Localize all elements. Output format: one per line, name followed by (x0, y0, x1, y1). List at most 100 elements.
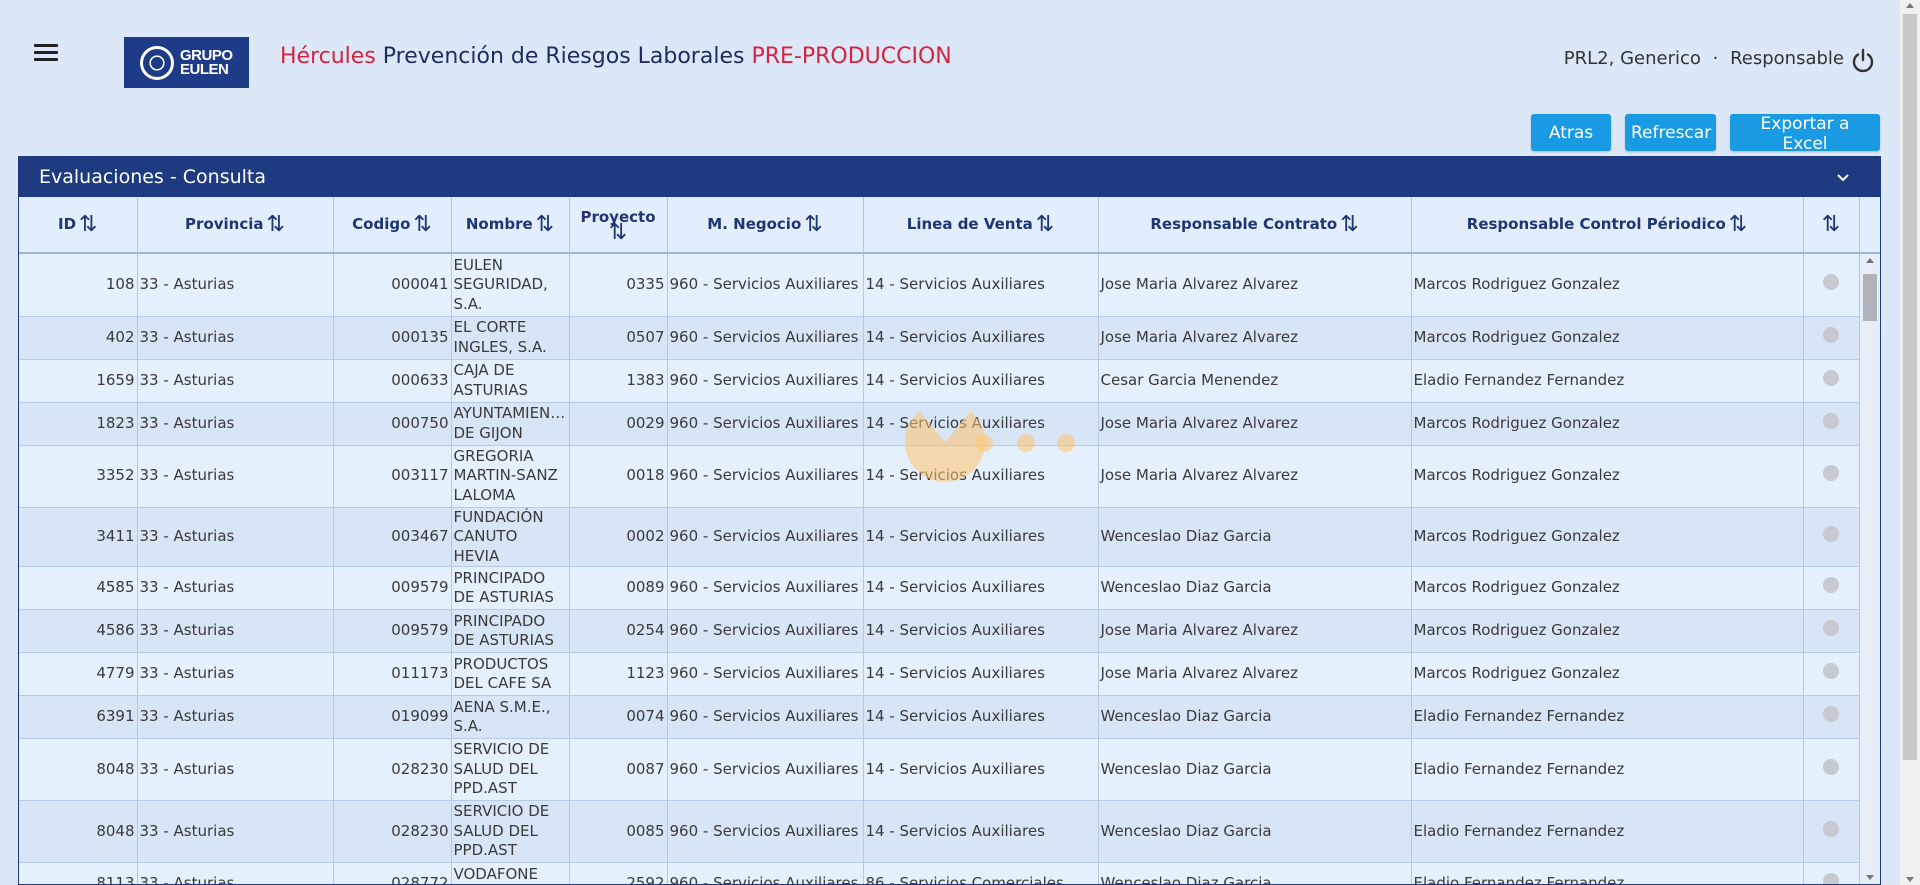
cell-id: 4779 (19, 652, 138, 696)
cell-status[interactable] (1803, 445, 1860, 508)
cell-resp-control: Marcos Rodriguez Gonzalez (1411, 566, 1804, 610)
sort-arrows-icon[interactable]: ⇅ (804, 212, 822, 237)
cell-resp-contrato: Jose Maria Alvarez Alvarez (1098, 609, 1412, 653)
sort-arrows-icon[interactable]: ⇅ (572, 221, 665, 243)
status-dot-icon[interactable] (1823, 526, 1839, 542)
power-icon[interactable] (1850, 48, 1876, 74)
status-dot-icon[interactable] (1823, 274, 1839, 290)
col-header-status[interactable]: ⇅ (1803, 197, 1860, 252)
table-row[interactable]: 6391 33 - Asturias 019099 AENA S.M.E., S.A.… (19, 695, 1860, 739)
scroll-thumb[interactable] (1863, 274, 1877, 321)
cell-status[interactable] (1803, 359, 1860, 403)
col-header-proyecto[interactable]: Proyecto ⇅ (569, 197, 668, 252)
cell-status[interactable] (1803, 566, 1860, 610)
cell-provincia: 33 - Asturias (137, 254, 334, 317)
col-header-codigo[interactable]: Codigo ⇅ (333, 197, 452, 252)
status-dot-icon[interactable] (1823, 706, 1839, 723)
sort-arrows-icon[interactable]: ⇅ (413, 212, 431, 237)
col-header-linea-venta[interactable]: Linea de Venta ⇅ (863, 197, 1099, 252)
cell-status[interactable] (1803, 800, 1860, 863)
table-row[interactable]: 108 33 - Asturias 000041 EULEN SEGURIDAD, S… (19, 254, 1860, 317)
table-row[interactable]: 8048 33 - Asturias 028230 SERVICIO DE SALUD… (19, 738, 1860, 801)
cell-status[interactable] (1803, 652, 1860, 696)
table-row[interactable]: 811333 - Asturias028772VODAFONE ESPAÑA, … (19, 862, 1860, 884)
status-dot-icon[interactable] (1823, 663, 1839, 680)
table-row[interactable]: 3352 33 - Asturias 003117 GREGORIA MARTIN-S… (19, 445, 1860, 508)
table-scrollbar[interactable] (1860, 254, 1880, 884)
status-dot-icon[interactable] (1823, 326, 1839, 343)
cell-status[interactable] (1803, 695, 1860, 739)
table-row[interactable]: 8048 33 - Asturias 028230 SERVICIO DE SALUD… (19, 800, 1860, 863)
col-header-id[interactable]: ID ⇅ (19, 197, 138, 252)
cell-resp-control: Marcos Rodriguez Gonzalez (1411, 316, 1804, 360)
cell-nombre: EL CORTE INGLES, S.A. (451, 316, 570, 360)
scroll-down-arrow-icon[interactable] (1866, 875, 1874, 880)
table-row[interactable]: 3411 33 - Asturias 003467 FUNDACIÓN CANUTO … (19, 507, 1860, 567)
sort-arrows-icon[interactable]: ⇅ (267, 212, 285, 237)
status-dot-icon[interactable] (1823, 820, 1839, 837)
cell-status[interactable] (1803, 507, 1860, 567)
cell-codigo: 028772 (333, 862, 452, 884)
status-dot-icon[interactable] (1823, 577, 1839, 594)
status-dot-icon[interactable] (1823, 369, 1839, 386)
page-scroll-thumb[interactable] (1903, 14, 1917, 760)
cell-status[interactable] (1803, 254, 1860, 317)
cell-negocio: 960 - Servicios Auxiliares (667, 402, 864, 446)
page-scroll-down-icon[interactable] (1906, 877, 1914, 882)
cell-proyecto: 0089 (569, 566, 668, 610)
results-table-head: ID ⇅ Provincia ⇅ Codigo ⇅ Nombre ⇅ Proyecto ⇅… (19, 197, 1860, 252)
table-body-scroll[interactable]: 108 33 - Asturias 000041 EULEN SEGURIDAD, S… (19, 254, 1880, 884)
cell-id: 4586 (19, 609, 138, 653)
cell-id: 108 (19, 254, 138, 317)
sort-arrows-icon[interactable]: ⇅ (1036, 212, 1054, 237)
page-scroll-up-icon[interactable] (1906, 3, 1914, 8)
cell-resp-contrato: Wenceslao Diaz Garcia (1098, 695, 1412, 739)
cell-status[interactable] (1803, 862, 1860, 884)
sort-arrows-icon[interactable]: ⇅ (1729, 212, 1747, 237)
table-row[interactable]: 402 33 - Asturias 000135 EL CORTE INGLES, S… (19, 316, 1860, 360)
table-row[interactable]: 1823 33 - Asturias 000750 AYUNTAMIEN… DE GI… (19, 402, 1860, 446)
table-row[interactable]: 1659 33 - Asturias 000633 CAJA DE ASTURIAS 1… (19, 359, 1860, 403)
back-button[interactable]: Atras (1531, 114, 1611, 151)
sort-arrows-icon[interactable]: ⇅ (536, 212, 554, 237)
cell-provincia: 33 - Asturias (137, 695, 334, 739)
chevron-down-icon[interactable] (1836, 171, 1850, 185)
cell-proyecto: 0029 (569, 402, 668, 446)
hamburger-icon[interactable] (34, 44, 58, 62)
status-dot-icon[interactable] (1823, 412, 1839, 429)
sort-arrows-icon[interactable]: ⇅ (1822, 212, 1840, 237)
table-row[interactable]: 4585 33 - Asturias 009579 PRINCIPADO DE AST… (19, 566, 1860, 610)
col-header-provincia[interactable]: Provincia ⇅ (137, 197, 334, 252)
status-dot-icon[interactable] (1823, 465, 1839, 482)
cell-negocio: 960 - Servicios Auxiliares (667, 507, 864, 567)
cell-resp-control: Marcos Rodriguez Gonzalez (1411, 445, 1804, 508)
cell-negocio: 960 - Servicios Auxiliares (667, 316, 864, 360)
col-header-negocio[interactable]: M. Negocio ⇅ (667, 197, 864, 252)
table-row[interactable]: 4779 33 - Asturias 011173 PRODUCTOS DEL CAF… (19, 652, 1860, 696)
cell-status[interactable] (1803, 402, 1860, 446)
user-name: PRL2, Generico (1563, 48, 1701, 69)
col-header-resp-contrato[interactable]: Responsable Contrato ⇅ (1098, 197, 1412, 252)
scroll-up-arrow-icon[interactable] (1866, 258, 1874, 263)
cell-status[interactable] (1803, 316, 1860, 360)
sort-arrows-icon[interactable]: ⇅ (79, 212, 97, 237)
col-header-nombre[interactable]: Nombre ⇅ (451, 197, 570, 252)
refresh-button[interactable]: Refrescar (1625, 114, 1716, 151)
cell-status[interactable] (1803, 738, 1860, 801)
export-excel-button[interactable]: Exportar a Excel (1730, 114, 1880, 154)
cell-nombre: PRINCIPADO DE ASTURIAS (451, 566, 570, 610)
status-dot-icon[interactable] (1823, 758, 1839, 775)
cell-codigo: 009579 (333, 566, 452, 610)
cell-resp-control: Marcos Rodriguez Gonzalez (1411, 254, 1804, 317)
col-header-resp-control[interactable]: Responsable Control Périodico ⇅ (1411, 197, 1804, 252)
table-row[interactable]: 4586 33 - Asturias 009579 PRINCIPADO DE AST… (19, 609, 1860, 653)
status-dot-icon[interactable] (1823, 620, 1839, 637)
page-scrollbar[interactable] (1900, 0, 1920, 885)
cell-provincia: 33 - Asturias (137, 566, 334, 610)
cell-id: 1659 (19, 359, 138, 403)
status-dot-icon[interactable] (1823, 873, 1839, 884)
cell-linea-venta: 14 - Servicios Auxiliares (863, 507, 1099, 567)
sort-arrows-icon[interactable]: ⇅ (1340, 212, 1358, 237)
panel-header[interactable]: Evaluaciones - Consulta (19, 157, 1880, 197)
cell-status[interactable] (1803, 609, 1860, 653)
